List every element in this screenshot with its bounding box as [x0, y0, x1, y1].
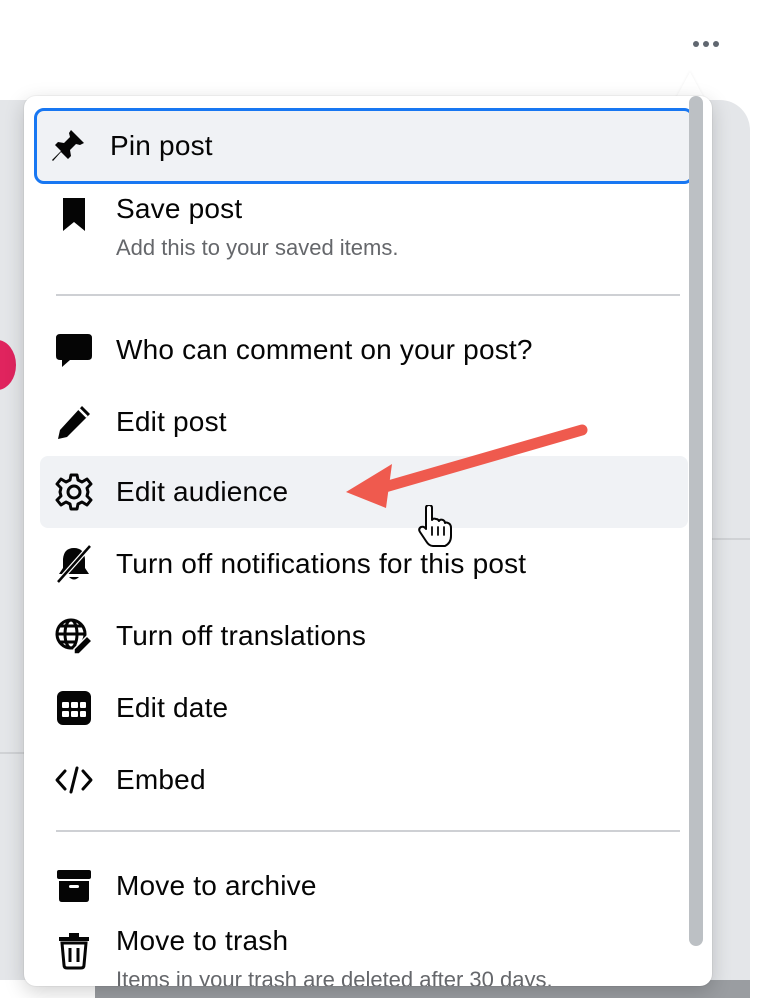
menu-scrollbar[interactable]	[689, 96, 703, 946]
menu-item-sublabel: Items in your trash are deleted after 30…	[116, 967, 553, 986]
bookmark-icon	[54, 194, 94, 234]
globe-edit-icon	[54, 616, 94, 656]
more-options-button[interactable]	[684, 30, 728, 58]
menu-divider	[56, 294, 680, 296]
dot	[713, 41, 719, 47]
menu-item-pin-post[interactable]: Pin post	[34, 108, 694, 184]
menu-item-sublabel: Add this to your saved items.	[116, 235, 399, 260]
menu-item-move-to-archive[interactable]: Move to archive	[40, 850, 688, 922]
menu-item-who-can-comment[interactable]: Who can comment on your post?	[40, 314, 688, 386]
dot	[693, 41, 699, 47]
menu-item-label: Edit audience	[116, 476, 289, 507]
calendar-icon	[54, 688, 94, 728]
menu-item-edit-post[interactable]: Edit post	[40, 386, 688, 458]
menu-item-label: Edit date	[116, 692, 229, 723]
archive-icon	[54, 866, 94, 906]
menu-item-edit-date[interactable]: Edit date	[40, 672, 688, 744]
menu-item-label: Move to archive	[116, 870, 317, 901]
menu-item-label: Pin post	[110, 130, 213, 161]
menu-divider	[56, 830, 680, 832]
menu-item-label: Move to trash	[116, 925, 289, 956]
menu-item-label: Edit post	[116, 406, 227, 437]
post-options-menu: Pin post Save post Add this to your save…	[24, 96, 712, 986]
hand-cursor-icon	[418, 505, 452, 547]
pin-icon	[48, 126, 88, 166]
menu-item-move-to-trash[interactable]: Move to trash Items in your trash are de…	[40, 924, 688, 986]
menu-item-label: Turn off translations	[116, 620, 367, 651]
menu-item-text: Save post Add this to your saved items.	[116, 192, 398, 262]
dot	[703, 41, 709, 47]
menu-item-label: Save post	[116, 193, 243, 224]
bell-off-icon	[54, 544, 94, 584]
menu-item-turn-off-notifications[interactable]: Turn off notifications for this post	[40, 528, 688, 600]
comment-icon	[54, 330, 94, 370]
menu-item-edit-audience[interactable]: Edit audience	[40, 456, 688, 528]
menu-item-label: Turn off notifications for this post	[116, 548, 527, 579]
menu-item-label: Embed	[116, 764, 206, 795]
menu-item-label: Who can comment on your post?	[116, 334, 533, 365]
code-icon	[54, 760, 94, 800]
gear-icon	[54, 472, 94, 512]
menu-caret	[676, 72, 704, 98]
menu-item-text: Move to trash Items in your trash are de…	[116, 924, 553, 986]
trash-icon	[54, 930, 94, 970]
menu-item-save-post[interactable]: Save post Add this to your saved items.	[40, 192, 688, 272]
pencil-icon	[54, 402, 94, 442]
menu-item-turn-off-translations[interactable]: Turn off translations	[40, 600, 688, 672]
menu-item-embed[interactable]: Embed	[40, 744, 688, 816]
